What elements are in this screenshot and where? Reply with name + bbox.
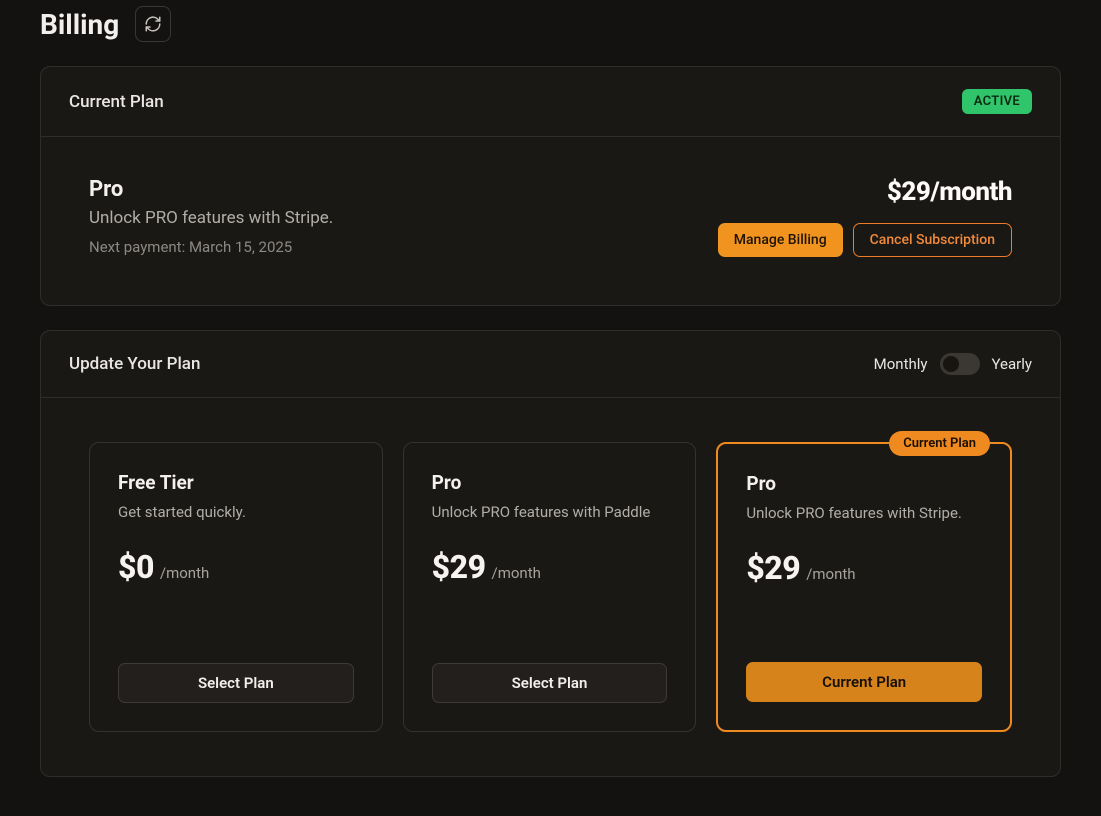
plan-description: Unlock PRO features with Stripe. xyxy=(746,503,982,525)
select-plan-button[interactable]: Select Plan xyxy=(432,663,668,703)
plan-card-free: Free Tier Get started quickly. $0 /month… xyxy=(89,442,383,732)
select-plan-button[interactable]: Select Plan xyxy=(118,663,354,703)
current-plan-next-payment: Next payment: March 15, 2025 xyxy=(89,238,333,256)
current-plan-body: Pro Unlock PRO features with Stripe. Nex… xyxy=(41,137,1060,305)
current-plan-card: Current Plan ACTIVE Pro Unlock PRO featu… xyxy=(40,66,1061,306)
plan-period: /month xyxy=(492,564,541,582)
refresh-button[interactable] xyxy=(135,6,171,42)
manage-billing-button[interactable]: Manage Billing xyxy=(718,223,843,257)
billing-period-toggle-group: Monthly Yearly xyxy=(874,353,1032,375)
cancel-subscription-button[interactable]: Cancel Subscription xyxy=(853,223,1012,257)
status-badge: ACTIVE xyxy=(962,89,1032,114)
page-title: Billing xyxy=(40,8,119,41)
plan-price-row: $29 /month xyxy=(432,548,668,586)
plan-price: $29 xyxy=(432,548,486,586)
update-plan-section-title: Update Your Plan xyxy=(69,354,200,374)
plan-card-pro-paddle: Pro Unlock PRO features with Paddle $29 … xyxy=(403,442,697,732)
plan-name: Free Tier xyxy=(118,471,354,494)
plan-period: /month xyxy=(806,565,855,583)
current-plan-header: Current Plan ACTIVE xyxy=(41,67,1060,137)
plan-description: Get started quickly. xyxy=(118,502,354,524)
current-plan-button[interactable]: Current Plan xyxy=(746,662,982,702)
period-label-monthly: Monthly xyxy=(874,355,928,373)
plan-description: Unlock PRO features with Paddle xyxy=(432,502,668,524)
refresh-icon xyxy=(144,15,162,33)
current-plan-tag: Current Plan xyxy=(889,431,990,456)
plan-price: $29 xyxy=(746,549,800,587)
update-plan-header: Update Your Plan Monthly Yearly xyxy=(41,331,1060,398)
current-plan-section-title: Current Plan xyxy=(69,92,164,112)
current-plan-description: Unlock PRO features with Stripe. xyxy=(89,208,333,228)
plan-price: $0 xyxy=(118,548,154,586)
toggle-knob xyxy=(943,356,959,372)
plan-card-pro-stripe: Current Plan Pro Unlock PRO features wit… xyxy=(716,442,1012,732)
plan-price-row: $29 /month xyxy=(746,549,982,587)
plans-grid: Free Tier Get started quickly. $0 /month… xyxy=(41,398,1060,776)
plan-name: Pro xyxy=(746,472,982,495)
period-toggle[interactable] xyxy=(940,353,980,375)
current-plan-info: Pro Unlock PRO features with Stripe. Nex… xyxy=(89,177,333,256)
current-plan-price-actions: $29/month Manage Billing Cancel Subscrip… xyxy=(718,177,1012,257)
plan-name: Pro xyxy=(432,471,668,494)
page-header: Billing xyxy=(40,0,1061,66)
period-label-yearly: Yearly xyxy=(992,355,1032,373)
current-plan-price: $29/month xyxy=(718,177,1012,207)
plan-period: /month xyxy=(160,564,209,582)
plan-price-row: $0 /month xyxy=(118,548,354,586)
update-plan-card: Update Your Plan Monthly Yearly Free Tie… xyxy=(40,330,1061,777)
current-plan-name: Pro xyxy=(89,177,333,202)
